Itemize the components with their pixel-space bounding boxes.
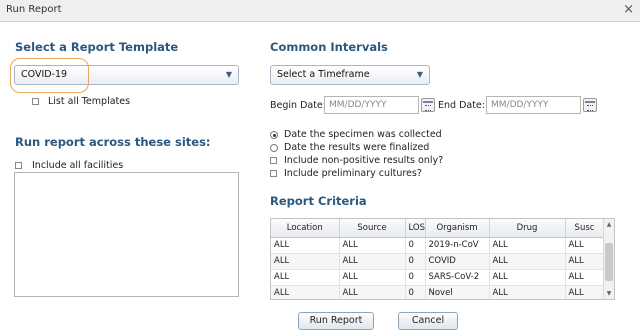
close-icon[interactable]: × <box>623 2 634 18</box>
preliminary-label: Include preliminary cultures? <box>284 168 422 179</box>
table-cell: 0 <box>405 269 426 286</box>
window-title: Run Report <box>6 4 62 15</box>
timeframe-select[interactable]: Select a Timeframe ▼ <box>270 65 430 85</box>
intervals-heading: Common Intervals <box>270 40 388 54</box>
column-header-source[interactable]: Source <box>339 219 406 238</box>
table-cell: ALL <box>489 285 566 299</box>
scroll-down-icon[interactable]: ▼ <box>604 288 614 299</box>
table-cell: ALL <box>565 285 605 299</box>
scrollbar-thumb[interactable] <box>605 243 613 281</box>
calendar-icon[interactable] <box>583 98 597 112</box>
column-header-los[interactable]: LOS <box>405 219 426 238</box>
table-cell: 2019-n-CoV <box>425 237 490 254</box>
table-cell: ALL <box>339 237 406 254</box>
list-all-templates-label: List all Templates <box>48 96 131 107</box>
table-cell: SARS-CoV-2 <box>425 269 490 286</box>
nonpositive-label: Include non-positive results only? <box>284 155 444 166</box>
table-cell: Novel <box>425 285 490 299</box>
end-date-label: End Date: <box>438 100 485 111</box>
table-cell: ALL <box>271 285 340 299</box>
table-row[interactable]: ALL ALL 0 2019-n-CoV ALL ALL <box>271 237 605 254</box>
sites-list[interactable] <box>14 172 239 297</box>
template-select[interactable]: COVID-19 ▼ <box>14 65 239 85</box>
table-cell: 0 <box>405 285 426 299</box>
radio-finalized-label: Date the results were finalized <box>284 142 430 153</box>
criteria-heading: Report Criteria <box>270 194 367 208</box>
calendar-icon[interactable] <box>421 98 435 112</box>
sites-heading: Run report across these sites: <box>15 135 211 149</box>
table-cell: ALL <box>339 253 406 270</box>
preliminary-checkbox[interactable] <box>270 170 277 177</box>
column-header-susc[interactable]: Susc <box>565 219 605 238</box>
begin-date-label: Begin Date: <box>270 100 326 111</box>
table-cell: ALL <box>271 269 340 286</box>
list-all-templates-checkbox[interactable] <box>32 98 39 105</box>
column-header-organism[interactable]: Organism <box>425 219 490 238</box>
table-cell: ALL <box>339 269 406 286</box>
table-cell: COVID <box>425 253 490 270</box>
chevron-down-icon: ▼ <box>225 70 232 79</box>
table-row[interactable]: ALL ALL 0 Novel ALL ALL <box>271 285 605 299</box>
include-all-facilities-label: Include all facilities <box>32 160 124 171</box>
title-bar: Run Report × <box>0 0 640 22</box>
template-heading: Select a Report Template <box>15 40 179 54</box>
table-cell: 0 <box>405 237 426 254</box>
template-select-value: COVID-19 <box>21 69 68 80</box>
table-cell: ALL <box>339 285 406 299</box>
cancel-button[interactable]: Cancel <box>398 312 458 330</box>
table-cell: ALL <box>565 253 605 270</box>
timeframe-select-value: Select a Timeframe <box>277 69 370 80</box>
table-row[interactable]: ALL ALL 0 SARS-CoV-2 ALL ALL <box>271 269 605 286</box>
table-cell: ALL <box>271 253 340 270</box>
table-cell: 0 <box>405 253 426 270</box>
column-header-drug[interactable]: Drug <box>489 219 566 238</box>
table-cell: ALL <box>489 269 566 286</box>
radio-collected-label: Date the specimen was collected <box>284 129 442 140</box>
scroll-up-icon[interactable]: ▲ <box>604 219 614 230</box>
table-cell: ALL <box>489 237 566 254</box>
table-row[interactable]: ALL ALL 0 COVID ALL ALL <box>271 253 605 270</box>
include-all-facilities-checkbox[interactable] <box>15 162 22 169</box>
criteria-header-row: Location Source LOS Organism Drug Susc <box>271 219 605 238</box>
radio-collected[interactable] <box>270 131 278 139</box>
criteria-grid[interactable]: Location Source LOS Organism Drug Susc A… <box>270 218 615 300</box>
chevron-down-icon: ▼ <box>416 70 423 79</box>
begin-date-field[interactable]: MM/DD/YYYY <box>324 96 419 114</box>
table-cell: ALL <box>489 253 566 270</box>
table-cell: ALL <box>565 237 605 254</box>
run-report-button[interactable]: Run Report <box>298 312 374 330</box>
criteria-scrollbar[interactable]: ▲ ▼ <box>603 219 614 299</box>
column-header-location[interactable]: Location <box>271 219 340 238</box>
nonpositive-checkbox[interactable] <box>270 157 277 164</box>
table-cell: ALL <box>565 269 605 286</box>
radio-finalized[interactable] <box>270 144 278 152</box>
table-cell: ALL <box>271 237 340 254</box>
end-date-field[interactable]: MM/DD/YYYY <box>486 96 581 114</box>
